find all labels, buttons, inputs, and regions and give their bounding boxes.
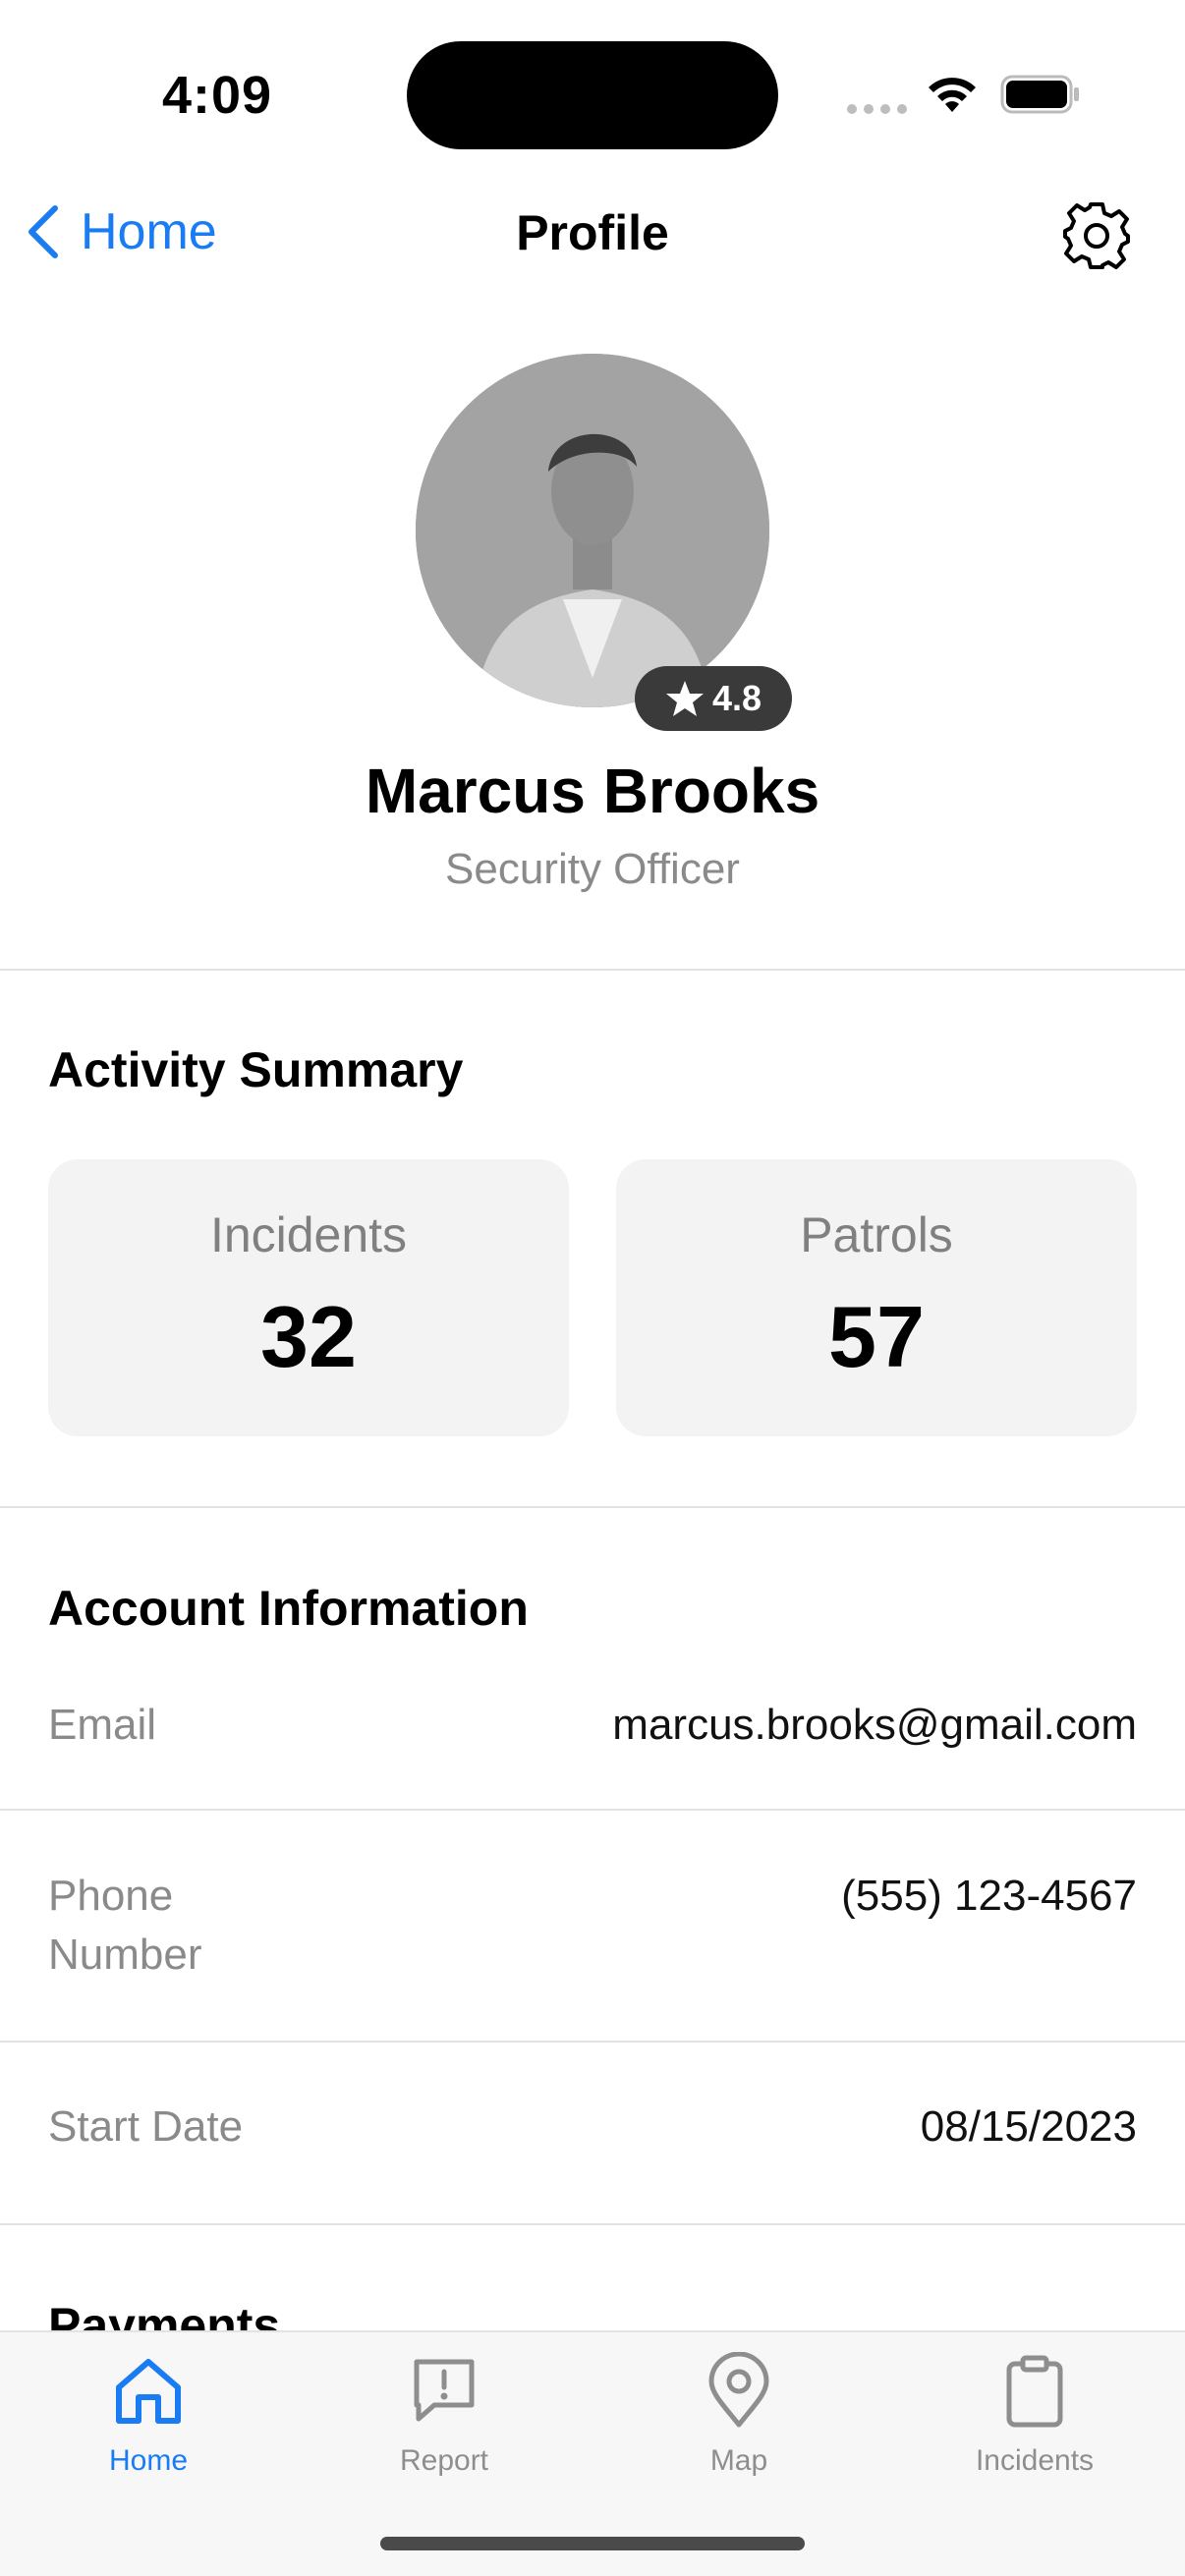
email-label: Email [48,1701,157,1749]
house-icon [116,2359,181,2424]
status-bar: 4:09 [0,0,1185,187]
divider [0,969,1185,971]
star-icon [665,681,704,716]
gear-icon[interactable] [1061,200,1132,271]
tab-report-label: Report [399,2444,489,2477]
tab-incidents[interactable]: Incidents [936,2352,1133,2478]
tab-map-label: Map [709,2444,768,2477]
divider [0,1506,1185,1508]
status-time: 4:09 [162,66,273,125]
phone-value: (555) 123-4567 [841,1872,1137,1920]
incidents-label: Incidents [209,1207,408,1262]
page-title: Profile [516,205,669,260]
incidents-count: 32 [260,1288,357,1385]
navigation-bar: Home Profile [0,187,1185,285]
profile-name: Marcus Brooks [365,756,820,826]
tab-home-label: Home [108,2444,189,2477]
account-information-title: Account Information [48,1581,529,1636]
incidents-card[interactable]: Incidents 32 [48,1159,569,1436]
phone-label: Phone Number [48,1872,202,1979]
profile-photo [416,354,769,707]
battery-icon [1000,75,1079,114]
activity-summary-title: Activity Summary [48,1042,464,1097]
tab-incidents-label: Incidents [975,2444,1095,2477]
dynamic-island [407,41,778,149]
rating-badge: 4.8 [635,666,792,731]
email-value: marcus.brooks@gmail.com [612,1701,1137,1749]
tab-report[interactable]: Report [346,2352,542,2478]
patrols-card[interactable]: Patrols 57 [616,1159,1137,1436]
divider [0,1809,1185,1811]
map-pin-icon [708,2352,769,2428]
clipboard-icon [1006,2355,1063,2428]
tab-map[interactable]: Map [641,2352,837,2478]
report-bubble-icon [414,2359,475,2422]
start-date-label: Start Date [48,2102,244,2151]
avatar [416,354,769,707]
patrols-count: 57 [828,1288,925,1385]
rating-value: 4.8 [711,678,762,718]
divider [0,2041,1185,2043]
home-indicator [380,2537,805,2550]
cellular-signal-icon [847,104,907,114]
divider [0,2223,1185,2225]
start-date-value: 08/15/2023 [920,2102,1137,2151]
tab-home[interactable]: Home [50,2352,247,2478]
wifi-icon [929,78,976,112]
profile-role: Security Officer [445,845,740,893]
patrols-label: Patrols [800,1207,953,1262]
